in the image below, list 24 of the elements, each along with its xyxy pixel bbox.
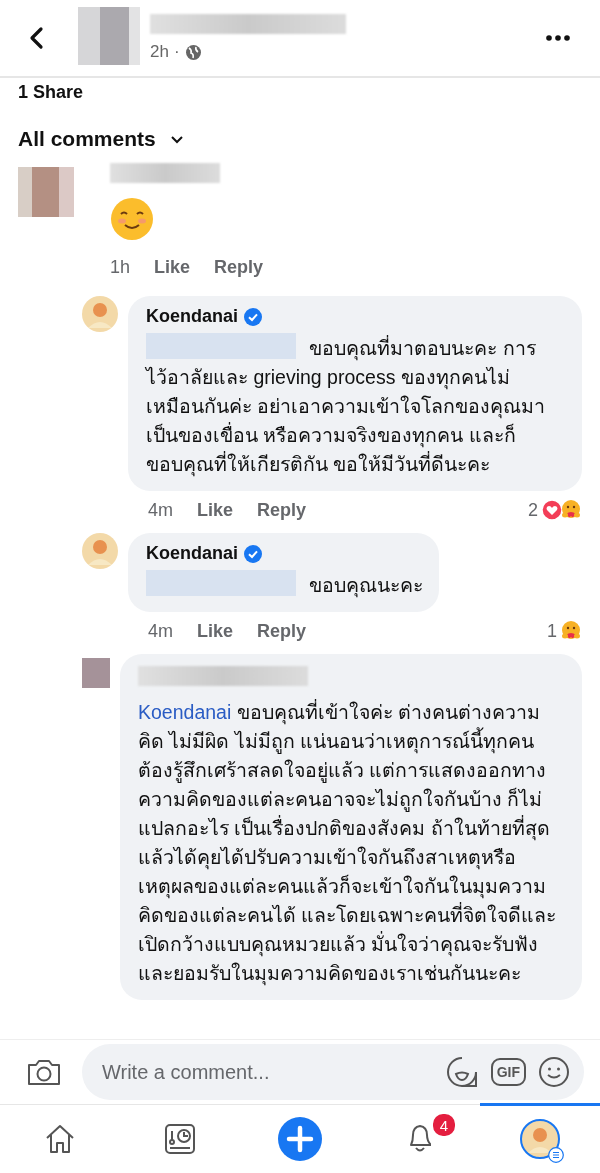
comment-text: ขอบคุณนะคะ (309, 574, 424, 596)
comment-text: ขอบคุณที่มาตอบนะคะ การไว้อาลัยและ grieving process ของทุกคนไม่เหมือนกันค่ะ อย่าเอาความเข้าใจโลกของคุณมาเป็นของเขื่อน หรือความจริงของทุกคน และก็ขอบคุณที่ให้เกียรติกัน ขอให้มีวันที่ดีนะคะ (146, 337, 546, 475)
comment-time: 4m (148, 499, 173, 521)
post-time: 2h (150, 42, 169, 62)
comment-input-field[interactable]: Write a comment... GIF (82, 1044, 584, 1100)
comment-action-link[interactable]: Reply (214, 257, 264, 278)
author-name[interactable]: Koendanai (146, 543, 238, 564)
comment-action-link[interactable]: Like (197, 499, 234, 521)
reaction-count[interactable]: 1 (547, 620, 557, 642)
reaction-count[interactable]: 2 (528, 499, 538, 521)
comment-action-link[interactable]: Reply (257, 499, 307, 521)
comment-time: 1h (110, 257, 131, 278)
author-name[interactable]: Koendanai (146, 306, 238, 327)
mention-link[interactable]: Koendanai (138, 701, 232, 723)
notification-count-badge: 4 (431, 1112, 457, 1138)
share-count[interactable]: 1 Share (0, 80, 102, 103)
comment-time: 4m (148, 620, 173, 642)
comment-action-link[interactable]: Reply (257, 620, 307, 642)
comment-text: Koendanai ขอบคุณที่เข้าใจค่ะ ต่างคนต่างความคิด ไม่มีผิด ไม่มีถูก แน่นอนว่าเหตุการณ์นี้ทุกคนต้องรู้สึกเศร้าสลดใจอยู่แล้ว แต่การแสดงออกทางความคิดของแต่ละคนอาจจะไม่ถูกใจกันบ้าง ก็ไม่แปลกอะไร เป็นเรื่องปกติของสังคม ถ้าในท้ายที่สุดแล้วได้คุยได้ปรับความเข้าใจกันถึงสาเหตุหรือเหตุผลของแต่ละคนแล้วก็จะเข้าใจกันในมุมความคิดของแต่ละคนได้ และโดยเฉพาะคนที่จิตใจดีและเปิดกว้างแบบคุณหมวยแล้ว มั่นใจว่าคุณจะรับฟังและยอมรับในมุมความคิดของเราเช่นกันนะคะ (138, 701, 557, 984)
comment-action-link[interactable]: Like (197, 620, 234, 642)
gif-button[interactable]: GIF (490, 1058, 526, 1086)
separator-dot: · (173, 42, 180, 62)
comment-filter-dropdown[interactable]: All comments (18, 127, 184, 151)
comment-action-link[interactable]: Like (154, 257, 191, 278)
